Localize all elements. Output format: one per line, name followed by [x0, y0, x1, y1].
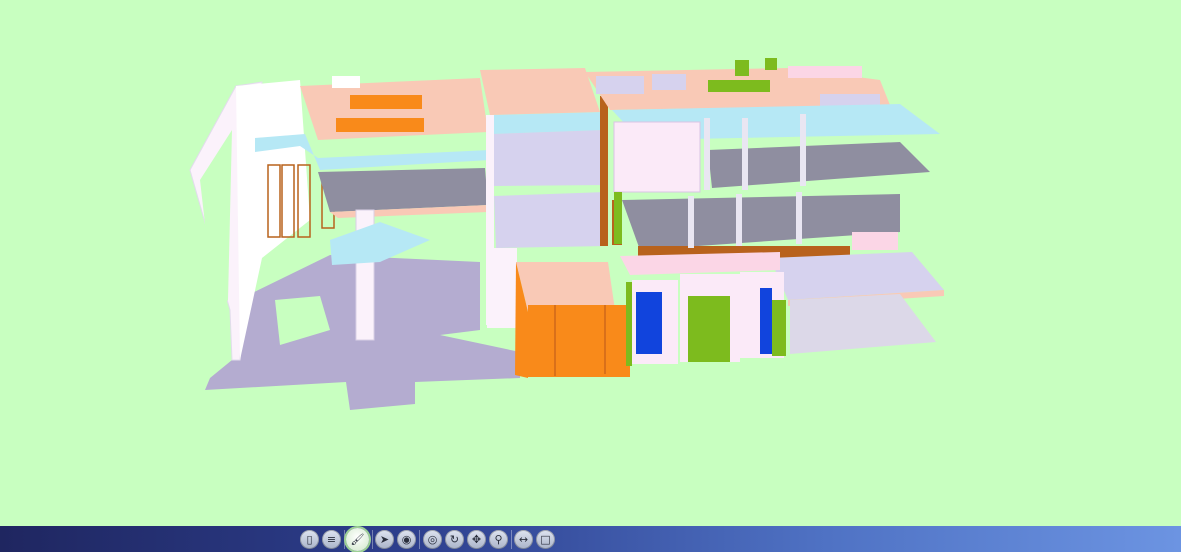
target-button[interactable]: ◉: [397, 530, 416, 549]
orange-beam-2: [336, 118, 424, 132]
bookmark-icon: ▯: [306, 533, 313, 546]
green-door-right: [772, 300, 786, 356]
roof-green-post2: [765, 58, 777, 70]
floor-right-1: [708, 142, 930, 188]
blue-door-right: [760, 288, 772, 354]
green-post-ground: [626, 282, 632, 366]
stair-glass: [330, 222, 430, 265]
wood-column-a: [600, 96, 608, 246]
rotate-icon: ↻: [449, 533, 460, 546]
roof-box: [332, 76, 360, 88]
paint-button[interactable]: 🖌: [346, 528, 369, 551]
roof-panel-1: [596, 76, 644, 94]
viewer-toolbar: ▯ ≡ 🖌 ➤ ◉ ◎ ↻ ✥ ⚲ ↔ □: [0, 526, 1181, 552]
move-icon: ✥: [471, 533, 482, 546]
toolbar-separator: [344, 530, 345, 549]
green-door-left: [688, 296, 730, 362]
measure-button[interactable]: ↔: [514, 530, 533, 549]
roof-green-box: [708, 80, 770, 92]
roof-pink-rail: [788, 66, 862, 78]
roof-green-post: [735, 60, 749, 76]
square-icon: □: [540, 533, 551, 546]
pink-edge-mid: [852, 232, 898, 250]
pan-button[interactable]: ✥: [467, 530, 486, 549]
bookmark-button[interactable]: ▯: [300, 530, 319, 549]
magnifier-icon: ⚲: [494, 533, 503, 546]
toolbar-separator: [419, 530, 420, 549]
visibility-button[interactable]: ◎: [423, 530, 442, 549]
layers-button[interactable]: ≡: [322, 530, 341, 549]
pink-wall-ground: [620, 252, 780, 275]
target-icon: ◉: [401, 533, 412, 546]
rotate-button[interactable]: ↻: [445, 530, 464, 549]
orange-block-face: [528, 305, 630, 377]
toolbar-separator: [372, 530, 373, 549]
zoom-button[interactable]: ⚲: [489, 530, 508, 549]
center-lower-wall: [487, 248, 517, 328]
white-box-upper: [613, 121, 701, 193]
section-box-button[interactable]: □: [536, 530, 555, 549]
list-icon: ≡: [326, 533, 337, 546]
select-button[interactable]: ➤: [375, 530, 394, 549]
paintbrush-icon: 🖌: [350, 533, 365, 546]
toolbar-separator: [511, 530, 512, 549]
eye-icon: ◎: [427, 533, 438, 546]
pointer-icon: ➤: [379, 533, 390, 546]
green-strip: [614, 192, 622, 244]
building-model[interactable]: [0, 0, 1181, 526]
center-block-roof: [480, 68, 600, 115]
3d-viewport[interactable]: [0, 0, 1181, 526]
roof-panel-2: [652, 74, 686, 90]
floor-slab-left: [318, 168, 488, 212]
orange-block-top: [516, 262, 615, 312]
orange-beam-1: [350, 95, 422, 109]
center-block-floor1: [492, 130, 606, 186]
center-block-floor2: [494, 192, 608, 248]
arrows-horizontal-icon: ↔: [518, 533, 529, 546]
ground-slab-right: [790, 294, 936, 354]
blue-door-left: [636, 292, 662, 354]
